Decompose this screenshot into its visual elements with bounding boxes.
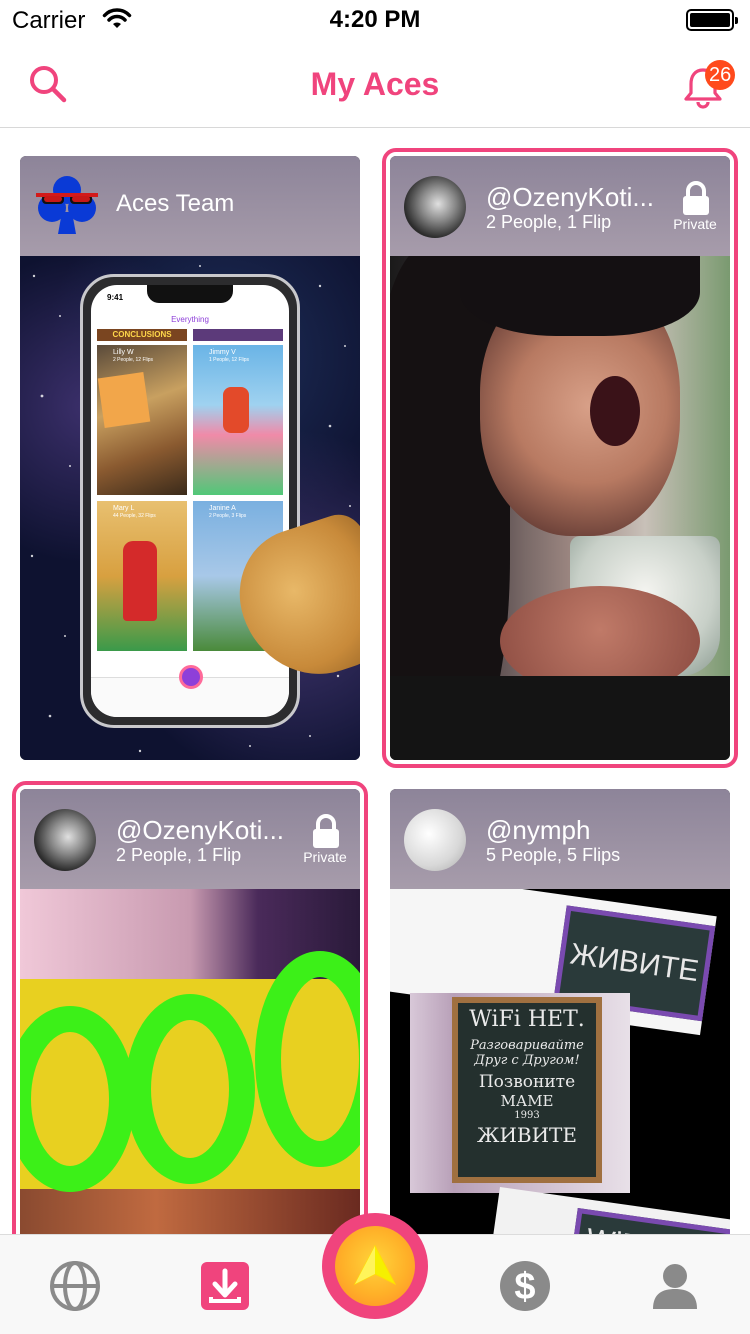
card-meta: 5 People, 5 Flips (486, 845, 621, 865)
card-handle: @nymph (486, 815, 591, 845)
status-bar: Carrier 4:20 PM (0, 0, 750, 40)
mini-time: 9:41 (107, 293, 124, 302)
card-media (20, 889, 360, 1234)
ace-card-aces-team[interactable]: Aces Team 9:41 Everything CONCLUSIONS Li… (20, 156, 360, 760)
nav-bar: My Aces 26 (0, 40, 750, 128)
create-ace-button[interactable] (322, 1213, 428, 1319)
mini-tile: Lilly W 2 People, 12 Flips (97, 345, 187, 495)
card-header: @nymph 5 People, 5 Flips (390, 789, 730, 889)
inbox-download-icon[interactable] (198, 1259, 252, 1313)
card-header: @OzenyKoti... 2 People, 1 Flip Private (390, 156, 730, 256)
profile-icon[interactable] (648, 1259, 702, 1313)
notification-badge: 26 (705, 60, 736, 90)
ooo-graphic (20, 951, 360, 1192)
battery-icon (686, 9, 738, 31)
aces-grid: Aces Team 9:41 Everything CONCLUSIONS Li… (0, 129, 750, 1234)
globe-icon[interactable] (48, 1259, 102, 1313)
dollar-icon[interactable]: $ (498, 1259, 552, 1313)
status-time: 4:20 PM (329, 6, 421, 33)
phone-mockup: 9:41 Everything CONCLUSIONS Lilly W 2 Pe… (80, 274, 300, 728)
ace-card-nymph[interactable]: @nymph 5 People, 5 Flips ЖИВИТЕ WiFi НЕТ… (390, 789, 730, 1234)
club-sunglasses-logo-icon (36, 176, 98, 234)
avatar (34, 809, 96, 871)
card-header: @OzenyKoti... 2 People, 1 Flip Private (20, 789, 360, 889)
mini-banner: CONCLUSIONS (97, 329, 187, 341)
svg-text:$: $ (514, 1266, 535, 1308)
chalkboard-photo: WiFi НЕТ. Разговаривайте Друг с Другом! … (410, 993, 630, 1193)
card-handle: @OzenyKoti... (116, 815, 285, 845)
card-header: Aces Team (20, 156, 360, 256)
mini-title: Everything (171, 315, 209, 324)
lock-icon (313, 814, 339, 848)
privacy-label: Private (673, 216, 717, 232)
tab-bar: $ (0, 1213, 750, 1334)
card-handle: @OzenyKoti... (486, 182, 655, 212)
aces-arrow-icon (353, 1244, 397, 1286)
mini-tile: Mary L 44 People, 32 Flips (97, 501, 187, 651)
privacy-label: Private (303, 849, 347, 865)
card-meta: 2 People, 1 Flip (486, 212, 612, 232)
card-media: ЖИВИТЕ WiFi НЕТ. Разговаривайте Друг с Д… (390, 889, 730, 1234)
lock-icon (683, 181, 709, 215)
mini-tile: Jimmy V 1 People, 12 Flips (193, 345, 283, 495)
avatar (404, 176, 466, 238)
card-media (390, 256, 730, 760)
card-title: Aces Team (116, 190, 235, 217)
card-media: 9:41 Everything CONCLUSIONS Lilly W 2 Pe… (20, 256, 360, 760)
avatar (404, 809, 466, 871)
ace-card-ozenykoti[interactable]: @OzenyKoti... 2 People, 1 Flip Private (382, 148, 738, 768)
ace-card-ozenykoti-2[interactable]: @OzenyKoti... 2 People, 1 Flip Private (12, 781, 368, 1234)
page-title: My Aces (310, 66, 440, 102)
card-meta: 2 People, 1 Flip (116, 845, 242, 865)
